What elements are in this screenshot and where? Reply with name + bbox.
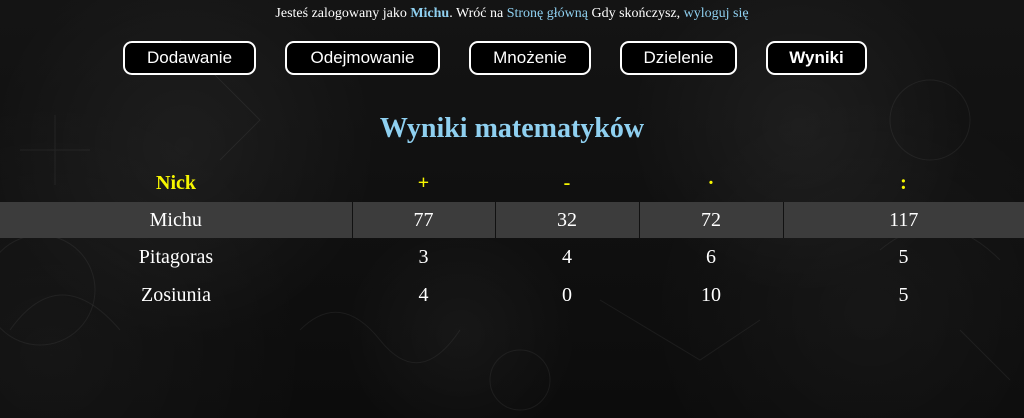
- page-title: Wyniki matematyków: [379, 113, 645, 144]
- column-header-division: :: [900, 171, 907, 194]
- nav-button-addition[interactable]: Dodawanie: [123, 41, 256, 75]
- logout-link[interactable]: wyloguj się: [684, 6, 749, 21]
- cell-addition: 3: [418, 245, 429, 268]
- cell-multiplication: 72: [638, 202, 783, 238]
- table-header-row: Nick + - · :: [0, 164, 1024, 202]
- column-header-subtraction: -: [563, 171, 571, 194]
- operation-nav: Dodawanie Odejmowanie Mnożenie Dzielenie…: [0, 41, 1024, 81]
- cell-addition: 4: [418, 283, 429, 306]
- nav-button-multiplication[interactable]: Mnożenie: [469, 41, 591, 75]
- table-row: Michu 77 32 72 117: [0, 202, 1024, 238]
- home-page-link[interactable]: Stronę główną: [507, 6, 588, 21]
- cell-multiplication: 10: [701, 283, 721, 306]
- nav-button-subtraction[interactable]: Odejmowanie: [285, 41, 440, 75]
- column-header-addition: +: [417, 171, 430, 194]
- cell-nick: Zosiunia: [141, 283, 211, 306]
- cell-nick: Pitagoras: [138, 245, 214, 268]
- cell-addition: 77: [351, 202, 495, 238]
- login-status-bar: Jesteś zalogowany jako Michu. Wróć na St…: [0, 6, 1024, 22]
- nav-button-results[interactable]: Wyniki: [766, 41, 867, 75]
- cell-division: 5: [898, 283, 909, 306]
- column-header-multiplication: ·: [707, 171, 715, 194]
- table-row: Pitagoras 3 4 6 5: [0, 238, 1024, 276]
- cell-subtraction: 0: [562, 283, 572, 306]
- table-row: Zosiunia 4 0 10 5: [0, 276, 1024, 314]
- nav-button-division[interactable]: Dzielenie: [620, 41, 737, 75]
- logged-user-name: Michu: [410, 6, 450, 21]
- login-prefix-text: Jesteś zalogowany jako: [275, 6, 407, 21]
- cell-subtraction: 32: [494, 202, 639, 238]
- cell-division: 5: [898, 245, 909, 268]
- cell-subtraction: 4: [562, 245, 572, 268]
- column-header-nick: Nick: [156, 171, 196, 194]
- cell-division: 117: [782, 202, 1024, 238]
- cell-multiplication: 6: [706, 245, 716, 268]
- results-table: Nick + - · : Michu 77 32 72 117 Pitagora…: [0, 164, 1024, 314]
- return-text: . Wróć na: [449, 6, 504, 21]
- cell-nick: Michu: [0, 202, 352, 238]
- when-done-text: Gdy skończysz,: [591, 6, 681, 21]
